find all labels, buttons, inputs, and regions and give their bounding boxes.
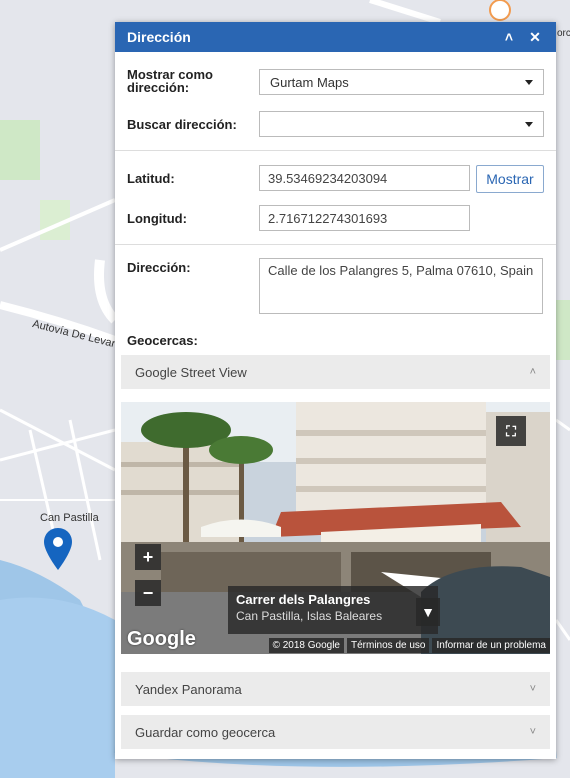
panel-header: Dirección ˄ ✕ [115, 22, 556, 52]
longitude-input[interactable]: 2.716712274301693 [259, 205, 470, 231]
chevron-down-icon: ˅ [529, 683, 536, 695]
yandex-accordion-label: Yandex Panorama [135, 681, 242, 697]
latitude-label: Latitud: [127, 171, 175, 186]
location-pin-icon[interactable] [44, 528, 72, 570]
street-view-footer: © 2018 Google Términos de uso Informar d… [121, 636, 550, 654]
chevron-down-icon [525, 121, 533, 127]
show-as-label: Mostrar como dirección: [127, 67, 213, 95]
chevron-up-icon: ˄ [529, 366, 536, 378]
show-button[interactable]: Mostrar [476, 165, 544, 193]
street-view-accordion-label: Google Street View [135, 364, 247, 380]
zoom-out-button[interactable]: − [135, 580, 161, 606]
street-view-panorama[interactable]: + − ⛶ Carrer dels Palangres Can Pastilla… [121, 402, 550, 654]
show-as-select[interactable]: Gurtam Maps [259, 69, 544, 95]
chevron-down-icon [525, 79, 533, 85]
street-name: Carrer dels Palangres [236, 592, 371, 607]
street-locality: Can Pastilla, Islas Baleares [236, 609, 383, 623]
panel-title: Dirección [127, 29, 191, 45]
street-view-location-card: Carrer dels Palangres Can Pastilla, Isla… [228, 586, 438, 634]
latitude-input[interactable]: 39.53469234203094 [259, 165, 470, 191]
search-address-select[interactable] [259, 111, 544, 137]
address-label: Dirección: [127, 260, 191, 275]
close-icon[interactable]: ✕ [524, 26, 546, 48]
search-label: Buscar dirección: [127, 117, 237, 132]
divider [115, 244, 556, 245]
longitude-label: Longitud: [127, 211, 187, 226]
geofences-label: Geocercas: [127, 333, 198, 348]
yandex-accordion-header[interactable]: Yandex Panorama ˅ [121, 672, 550, 706]
save-geofence-accordion-label: Guardar como geocerca [135, 724, 276, 740]
report-problem-link[interactable]: Informar de un problema [432, 637, 550, 653]
terms-link[interactable]: Términos de uso [347, 637, 430, 653]
copyright-text: © 2018 Google [268, 637, 344, 653]
street-view-accordion-header[interactable]: Google Street View ˄ [121, 355, 550, 389]
collapse-icon[interactable]: ˄ [498, 26, 520, 48]
address-panel: Dirección ˄ ✕ Mostrar como dirección: Gu… [115, 22, 556, 759]
divider [115, 150, 556, 151]
map-label-place: Can Pastilla [40, 512, 99, 524]
chevron-down-icon: ˅ [529, 726, 536, 738]
fullscreen-icon[interactable]: ⛶ [496, 416, 526, 446]
show-as-value: Gurtam Maps [270, 74, 349, 90]
save-geofence-accordion-header[interactable]: Guardar como geocerca ˅ [121, 715, 550, 749]
address-textarea[interactable]: Calle de los Palangres 5, Palma 07610, S… [259, 258, 543, 314]
location-marker-icon[interactable]: ▼ [416, 598, 440, 626]
geofences-row: Geocercas: [127, 334, 544, 347]
map-label-corner: orc [557, 28, 570, 39]
zoom-in-button[interactable]: + [135, 544, 161, 570]
